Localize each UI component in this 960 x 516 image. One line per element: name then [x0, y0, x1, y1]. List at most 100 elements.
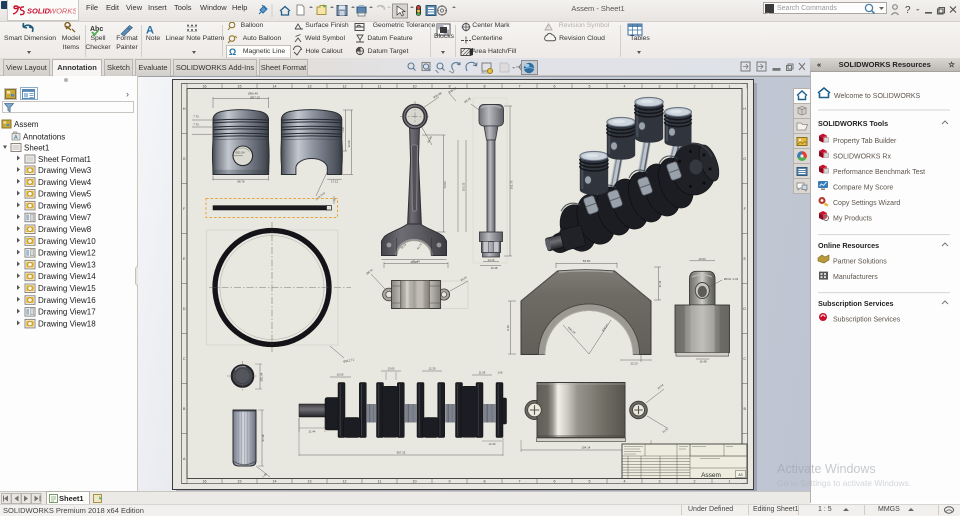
- svg-text:Ø21.04: Ø21.04: [260, 372, 264, 381]
- svg-text:G: G: [183, 157, 186, 161]
- svg-text:12.30: 12.30: [489, 442, 496, 446]
- svg-text:57.36: 57.36: [261, 434, 265, 441]
- svg-text:12.08: 12.08: [347, 140, 351, 147]
- svg-text:D: D: [743, 307, 746, 311]
- svg-text:13.63: 13.63: [388, 367, 395, 371]
- svg-text:14: 14: [273, 480, 277, 484]
- svg-text:Annotations: Annotations: [23, 133, 65, 142]
- svg-text:367.22: 367.22: [397, 451, 406, 455]
- svg-text:71.44: 71.44: [412, 260, 420, 264]
- svg-text:17.12: 17.12: [331, 180, 339, 184]
- svg-text:4: 4: [624, 480, 626, 484]
- svg-text:11: 11: [378, 84, 382, 88]
- svg-text:Property Tab Builder: Property Tab Builder: [833, 138, 897, 145]
- svg-text:8: 8: [484, 480, 486, 484]
- svg-text:Partner Solutions: Partner Solutions: [833, 259, 887, 266]
- svg-text:4: 4: [624, 84, 626, 88]
- svg-text:7: 7: [519, 480, 521, 484]
- svg-text:12: 12: [343, 84, 347, 88]
- svg-text:Ø57.20: Ø57.20: [250, 96, 260, 100]
- svg-text:Copy Settings Wizard: Copy Settings Wizard: [833, 200, 900, 207]
- svg-text:11.09: 11.09: [479, 371, 486, 375]
- svg-text:C: C: [743, 357, 746, 361]
- svg-text:68.76: 68.76: [237, 180, 245, 184]
- svg-text:Drawing View5: Drawing View5: [38, 190, 92, 199]
- svg-text:G: G: [743, 157, 746, 161]
- svg-text:3: 3: [659, 84, 661, 88]
- svg-text:15: 15: [238, 480, 242, 484]
- svg-text:Sheet Format1: Sheet Format1: [38, 155, 91, 164]
- svg-text:13: 13: [308, 480, 312, 484]
- svg-text:Drawing View4: Drawing View4: [38, 178, 92, 187]
- svg-text:SOLIDWORKS Tools: SOLIDWORKS Tools: [818, 119, 888, 128]
- svg-text:13: 13: [308, 84, 312, 88]
- svg-text:Drawing View7: Drawing View7: [38, 213, 92, 222]
- svg-text:12.30: 12.30: [429, 367, 436, 371]
- svg-text:Drawing View6: Drawing View6: [38, 201, 92, 210]
- svg-text:My Products: My Products: [833, 216, 872, 223]
- svg-text:16: 16: [203, 84, 207, 88]
- svg-text:63.50: 63.50: [583, 259, 591, 263]
- svg-text:Ø21.04: Ø21.04: [235, 151, 245, 155]
- svg-text:8: 8: [484, 84, 486, 88]
- svg-text:SOLID: SOLID: [27, 6, 51, 15]
- svg-text:Drawing View17: Drawing View17: [38, 308, 96, 317]
- svg-text:Online Resources: Online Resources: [818, 241, 879, 250]
- svg-text:Ø8.34 ↓1.04: Ø8.34 ↓1.04: [724, 277, 739, 281]
- svg-text:5: 5: [589, 480, 591, 484]
- svg-text:161.73: 161.73: [510, 180, 514, 189]
- svg-text:7.70: 7.70: [193, 123, 199, 127]
- svg-text:Drawing View16: Drawing View16: [38, 296, 96, 305]
- svg-text:Welcome to SOLIDWORKS: Welcome to SOLIDWORKS: [834, 93, 921, 100]
- svg-text:Manufacturers: Manufacturers: [833, 274, 878, 281]
- svg-text:10: 10: [413, 84, 417, 88]
- svg-text:1: 1: [729, 84, 731, 88]
- svg-text:Drawing View10: Drawing View10: [38, 237, 96, 246]
- svg-text:Subscription Services: Subscription Services: [818, 299, 894, 308]
- svg-text:Subscription Services: Subscription Services: [833, 317, 901, 324]
- svg-text:16: 16: [203, 480, 207, 484]
- svg-text:Drawing View8: Drawing View8: [38, 225, 92, 234]
- svg-text:7: 7: [519, 84, 521, 88]
- svg-text:7.08: 7.08: [341, 127, 345, 133]
- svg-text:3: 3: [659, 480, 661, 484]
- svg-text:6: 6: [554, 480, 556, 484]
- svg-text:13.63: 13.63: [699, 257, 706, 261]
- svg-text:6: 6: [554, 84, 556, 88]
- svg-text:2.08: 2.08: [498, 372, 503, 375]
- svg-text:10: 10: [413, 480, 417, 484]
- svg-text:Performance Benchmark Test: Performance Benchmark Test: [833, 169, 925, 176]
- svg-text:12: 12: [343, 480, 347, 484]
- svg-text:21.44: 21.44: [309, 430, 316, 434]
- svg-text:A: A: [14, 135, 18, 141]
- svg-text:Drawing View15: Drawing View15: [38, 284, 96, 293]
- svg-text:Drawing View13: Drawing View13: [38, 260, 96, 269]
- svg-text:14: 14: [273, 84, 277, 88]
- svg-text:A3: A3: [738, 473, 742, 477]
- svg-text:2: 2: [694, 480, 696, 484]
- svg-text:WORKS: WORKS: [49, 6, 76, 15]
- svg-text:31.11: 31.11: [658, 280, 662, 287]
- svg-text:Drawing View3: Drawing View3: [38, 166, 92, 175]
- svg-text:C: C: [183, 357, 186, 361]
- svg-text:Sheet1: Sheet1: [24, 144, 50, 153]
- svg-text:Ω: Ω: [229, 47, 236, 57]
- svg-text:Assem: Assem: [14, 120, 39, 129]
- svg-text:Drawing View14: Drawing View14: [38, 272, 96, 281]
- svg-text:Drawing View12: Drawing View12: [38, 249, 96, 258]
- svg-text:16.48: 16.48: [700, 360, 707, 364]
- svg-text:16.48: 16.48: [491, 266, 498, 270]
- svg-text:103.32: 103.32: [462, 182, 466, 191]
- svg-text:Drawing View18: Drawing View18: [38, 319, 96, 328]
- svg-text:SOLIDWORKS Rx: SOLIDWORKS Rx: [833, 154, 891, 161]
- svg-text:13.13: 13.13: [488, 258, 495, 262]
- svg-text:5: 5: [589, 84, 591, 88]
- svg-text:15: 15: [238, 84, 242, 88]
- svg-text:2: 2: [694, 84, 696, 88]
- svg-text:9: 9: [449, 480, 451, 484]
- svg-text:11: 11: [378, 480, 382, 484]
- svg-text:16.50: 16.50: [337, 373, 344, 377]
- svg-text:1: 1: [547, 26, 550, 32]
- svg-text:7.70: 7.70: [193, 115, 199, 119]
- svg-text:H: H: [743, 107, 746, 111]
